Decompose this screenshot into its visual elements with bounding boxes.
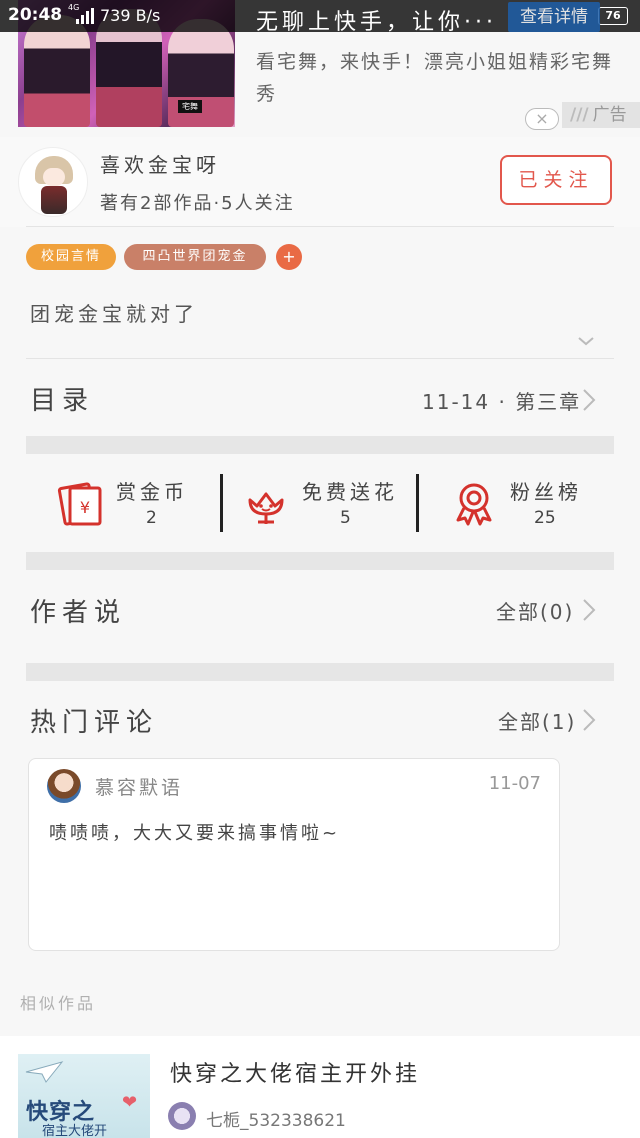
section-separator	[26, 663, 614, 681]
book-cover-subtitle: 宿主大佬开	[42, 1124, 108, 1138]
heart-icon: ❤	[122, 1092, 138, 1113]
tag-chip[interactable]: 四凸世界团宠金	[124, 244, 266, 270]
add-tag-button[interactable]: +	[276, 244, 302, 270]
stat-label: 赏金币	[116, 480, 188, 504]
ad-label: ///广告	[562, 102, 640, 128]
author-stats: 著有2部作品·5人关注	[100, 193, 295, 214]
network-speed: 739 B/s	[100, 6, 161, 25]
chevron-right-icon	[583, 599, 596, 621]
status-time: 20:48	[8, 5, 63, 25]
stat-label: 粉丝榜	[510, 480, 582, 504]
paper-plane-icon	[25, 1061, 64, 1083]
section-separator	[26, 436, 614, 454]
commenter-avatar[interactable]	[47, 769, 81, 803]
stat-count: 5	[340, 508, 351, 528]
book-author-avatar	[168, 1102, 196, 1130]
stats-row: ¥ 赏金币 2 免费送花 5 粉丝榜 25	[26, 456, 614, 552]
ad-close-button[interactable]: ×	[525, 108, 559, 130]
author-avatar[interactable]	[18, 147, 88, 217]
book-title[interactable]: 快穿之大佬宿主开外挂	[170, 1056, 420, 1088]
flower-icon	[248, 492, 284, 524]
follow-button[interactable]: 已关注	[500, 155, 612, 205]
ad-image-tag: 宅舞	[178, 100, 202, 113]
author-says-all-link[interactable]: 全部(0)	[496, 596, 574, 625]
stat-label: 免费送花	[302, 480, 398, 504]
ad-description: 看宅舞，来快手！漂亮小姐姐精彩宅舞秀	[256, 51, 614, 105]
ad-view-details-button[interactable]: 查看详情	[508, 2, 600, 32]
chevron-right-icon	[583, 709, 596, 731]
catalog-title: 目录	[30, 386, 95, 416]
synopsis-text: 团宠金宝就对了	[30, 302, 198, 326]
book-cover[interactable]: 快穿之 ❤ 宿主大佬开	[18, 1054, 150, 1138]
ad-headline: 无聊上快手，让你···	[256, 10, 497, 35]
stat-count: 25	[534, 508, 556, 528]
ad-logo-icon: ///	[570, 105, 589, 125]
similar-works-label: 相似作品	[20, 994, 97, 1013]
hot-comments-title: 热门评论	[30, 708, 159, 738]
red-envelope-icon: ¥	[57, 482, 102, 526]
author-row[interactable]: 喜欢金宝呀 著有2部作品·5人关注 已关注	[0, 137, 640, 227]
medal-icon	[456, 483, 492, 526]
comment-card[interactable]: 慕容默语 11-07 啧啧啧，大大又要来搞事情啦~	[28, 758, 560, 951]
stat-separator	[416, 474, 419, 532]
battery-icon: 76	[598, 7, 628, 25]
comment-date: 11-07	[488, 773, 541, 794]
similar-book-item[interactable]: 快穿之 ❤ 宿主大佬开 快穿之大佬宿主开外挂 七栀_532338621	[0, 1036, 640, 1138]
stat-count: 2	[146, 508, 157, 528]
catalog-latest-chapter: 11-14 · 第三章	[422, 390, 582, 414]
svg-text:¥: ¥	[80, 498, 90, 517]
chevron-down-icon[interactable]	[577, 332, 595, 350]
author-name[interactable]: 喜欢金宝呀	[100, 149, 220, 178]
comment-text: 啧啧啧，大大又要来搞事情啦~	[49, 823, 341, 844]
divider	[26, 226, 614, 227]
stat-separator	[220, 474, 223, 532]
book-author-name: 七栀_532338621	[206, 1111, 346, 1131]
tag-chip[interactable]: 校园言情	[26, 244, 116, 270]
section-separator	[26, 552, 614, 570]
hot-comments-all-link[interactable]: 全部(1)	[498, 706, 576, 735]
ad-label-text: 广告	[592, 105, 627, 125]
commenter-name[interactable]: 慕容默语	[95, 773, 183, 800]
divider	[26, 358, 614, 359]
chevron-right-icon	[583, 389, 596, 411]
signal-icon	[76, 8, 96, 24]
author-says-title: 作者说	[30, 598, 127, 628]
